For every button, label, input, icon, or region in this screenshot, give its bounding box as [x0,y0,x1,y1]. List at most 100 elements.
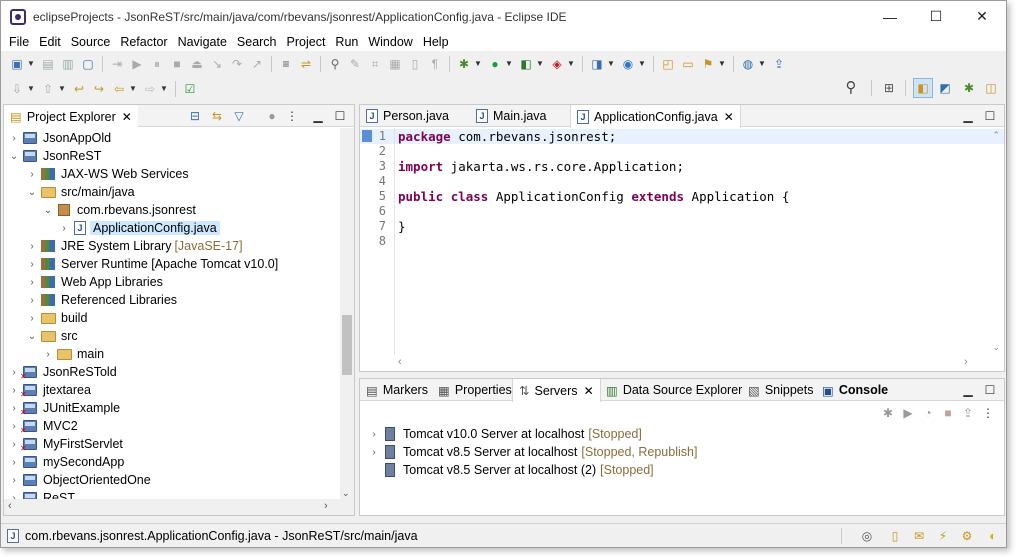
expand-icon[interactable]: › [8,403,20,414]
external-tools-dropdown-icon[interactable]: ▼ [567,59,575,68]
tab-main-java[interactable]: J Main.java [470,105,553,127]
expand-icon[interactable]: › [42,349,54,360]
menu-project[interactable]: Project [283,35,332,49]
scroll-left-icon[interactable]: ‹ [8,500,12,512]
previous-annotation-dropdown-icon[interactable]: ▼ [58,84,66,93]
menu-refactor[interactable]: Refactor [116,35,173,49]
step-return-icon[interactable]: ↗ [249,56,265,72]
status-lightbulb-icon[interactable]: ◐ [985,528,1001,544]
new-class-dropdown-icon[interactable]: ▼ [638,59,646,68]
tree-item-web-app-libraries[interactable]: › Web App Libraries [26,273,163,291]
save-all-icon[interactable]: ▥ [60,56,76,72]
expand-icon[interactable]: › [8,385,20,396]
expand-icon[interactable]: › [26,313,38,324]
stop-server-icon[interactable]: ■ [940,405,956,421]
expand-icon[interactable]: › [368,429,380,440]
search-tool-icon[interactable]: ⚑ [700,56,716,72]
forward-edit-icon[interactable]: ↪ [91,81,107,97]
tree-item-src-main-java[interactable]: ⌄ src/main/java [26,183,135,201]
toggle-word-wrap-icon[interactable]: ⇌ [298,56,314,72]
scroll-up-icon[interactable]: ⌃ [992,130,1000,141]
debug-icon[interactable]: ✱ [456,56,472,72]
expand-icon[interactable]: › [8,367,20,378]
next-annotation-dropdown-icon[interactable]: ▼ [27,84,35,93]
terminate-icon[interactable]: ■ [169,56,185,72]
scroll-right-icon[interactable]: › [324,500,328,512]
tree-item-build[interactable]: › build [26,309,87,327]
expand-icon[interactable]: › [26,259,38,270]
tree-vertical-scrollbar[interactable]: ⌄ [340,128,354,499]
open-perspective-icon[interactable]: ⊞ [881,80,897,96]
scroll-down-icon[interactable]: ⌄ [342,488,350,499]
next-annotation-icon[interactable]: ⇩ [9,81,25,97]
open-type-icon[interactable]: ◰ [660,56,676,72]
globe-dropdown-icon[interactable]: ▼ [758,59,766,68]
new-dropdown-icon[interactable]: ▼ [27,59,35,68]
new-icon[interactable]: ▣ [9,56,25,72]
status-mail-icon[interactable]: ✉ [911,528,927,544]
expand-icon[interactable]: › [8,475,20,486]
focus-icon[interactable]: ● [264,108,280,124]
filter-icon[interactable]: ▽ [231,108,247,124]
tree-item-jre[interactable]: › JRE System Library [JavaSE-17] [26,237,242,255]
expand-icon[interactable]: › [26,169,38,180]
status-gear-icon[interactable]: ⚙ [959,528,975,544]
forward-icon[interactable]: ⇨ [142,81,158,97]
tree-item-myfirstservlet[interactable]: › MyFirstServlet [8,435,123,453]
coverage-dropdown-icon[interactable]: ▼ [536,59,544,68]
maximize-view-button[interactable]: ☐ [332,108,348,124]
status-book-icon[interactable]: ▯ [887,528,903,544]
search-icon[interactable]: ⚲ [843,80,859,96]
status-wand-icon[interactable]: ⚡ [935,528,951,544]
status-overview-icon[interactable]: ◎ [859,528,875,544]
pilcrow-icon[interactable]: ¶ [427,56,443,72]
collapse-icon[interactable]: ⌄ [26,331,38,342]
maximize-view-button[interactable]: ☐ [982,382,998,398]
debug-perspective-icon[interactable]: ✱ [961,80,977,96]
suspend-icon[interactable]: ⏸ [149,56,165,72]
server-row[interactable]: › Tomcat v10.0 Server at localhost [Stop… [368,425,642,443]
resource-perspective-icon[interactable]: ◫ [983,80,999,96]
search-tool-dropdown-icon[interactable]: ▼ [718,59,726,68]
back-dropdown-icon[interactable]: ▼ [129,84,137,93]
external-tools-icon[interactable]: ◈ [549,56,565,72]
tree-horizontal-scrollbar[interactable]: ‹ › [4,499,354,515]
minimize-view-button[interactable]: ▁ [960,382,976,398]
link-with-editor-icon[interactable]: ⇆ [209,108,225,124]
coverage-icon[interactable]: ◧ [518,56,534,72]
last-edit-location-icon[interactable]: ↩ [71,81,87,97]
expand-icon[interactable]: › [8,439,20,450]
collapse-icon[interactable]: ⌄ [26,187,38,198]
close-icon[interactable]: ✕ [584,384,594,398]
publish-icon[interactable]: ⇪ [960,405,976,421]
view-menu-icon[interactable]: ⋮ [980,405,996,421]
menu-file[interactable]: File [5,35,35,49]
tree-item-main[interactable]: › main [42,345,104,363]
run-icon[interactable]: ● [487,56,503,72]
new-project-dropdown-icon[interactable]: ▼ [607,59,615,68]
terminal-icon[interactable]: ▢ [80,56,96,72]
pin-icon[interactable]: ☑ [182,81,198,97]
tab-project-explorer[interactable]: ▤ Project Explorer ✕ [4,105,138,128]
collapse-icon[interactable]: ⌄ [42,205,54,216]
disconnect-icon[interactable]: ⏏ [189,56,205,72]
tree-item-rest[interactable]: › ReST [8,489,75,499]
tab-servers[interactable]: ⇅ Servers ✕ [512,379,601,402]
close-icon[interactable]: ✕ [122,110,132,124]
code-area[interactable]: 1 2 3 4 5 6 7 8 package com.rbevans.json… [360,128,1004,355]
tree-item-server-runtime[interactable]: › Server Runtime [Apache Tomcat v10.0] [26,255,278,273]
tab-applicationconfig-java[interactable]: J ApplicationConfig.java ✕ [570,105,741,128]
share-icon[interactable]: ⇪ [771,56,787,72]
open-folder-icon[interactable]: ▭ [680,56,696,72]
tab-snippets[interactable]: ▧ Snippets [742,379,819,401]
step-over-icon[interactable]: ↷ [229,56,245,72]
show-whitespace-icon[interactable]: ▦ [387,56,403,72]
minimize-view-button[interactable]: ▁ [310,108,326,124]
maximize-view-button[interactable]: ☐ [982,108,998,124]
expand-icon[interactable]: › [368,447,380,458]
expand-icon[interactable]: › [26,277,38,288]
pin-editor-icon[interactable]: ✎ [347,56,363,72]
tree-item-applicationconfig[interactable]: › J ApplicationConfig.java [58,219,220,237]
tab-markers[interactable]: ▤ Markers [360,379,434,401]
close-window-button[interactable]: ✕ [959,1,1005,32]
